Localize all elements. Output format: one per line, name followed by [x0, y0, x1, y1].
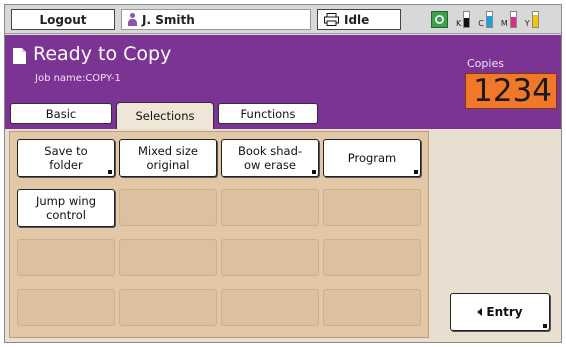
function-label-line2: original [146, 158, 190, 172]
toner-bar [531, 11, 539, 28]
toner-label: K [456, 19, 462, 28]
empty-slot [17, 289, 115, 326]
page-title: Ready to Copy [33, 43, 172, 65]
printer-status-icon [324, 13, 339, 26]
toner-levels[interactable]: KCMY [431, 8, 561, 31]
copier-screen: Logout J. Smith Idle K C M Y Ready to Copy [4, 4, 562, 343]
header-bar: Ready to Copy Job name:COPY-1 Copies 123… [5, 35, 561, 129]
function-label-line1: Book shad- [237, 144, 303, 158]
toner-gauge-m: M [501, 11, 517, 28]
toner-bar [509, 11, 517, 28]
selections-panel: Save to folder Mixed size original Book shad… [9, 131, 429, 338]
copies-count-display[interactable]: 1234 [465, 73, 557, 109]
empty-slot [119, 239, 217, 276]
toner-gauge-c: C [478, 11, 493, 28]
function-label: Book shad-ow erase [238, 144, 302, 172]
recycle-icon [431, 11, 448, 28]
function-label-line1: Mixed size [138, 144, 198, 158]
function-label-line2: control [46, 208, 86, 222]
toner-bar [463, 11, 471, 28]
empty-slot [221, 289, 319, 326]
empty-slot [221, 239, 319, 276]
tab-selections[interactable]: Selections [116, 102, 214, 129]
corner-marker [312, 170, 316, 174]
function-button[interactable]: Program [323, 139, 421, 177]
status-button[interactable]: Idle [317, 9, 401, 30]
document-icon [13, 48, 26, 64]
function-label-line2: ow erase [243, 158, 296, 172]
empty-slot [323, 289, 421, 326]
tab-functions[interactable]: Functions [218, 103, 318, 124]
empty-slot [119, 189, 217, 226]
logout-label: Logout [39, 12, 87, 27]
toner-label: M [500, 19, 508, 28]
empty-slot [221, 189, 319, 226]
toner-gauge-k: K [456, 11, 471, 28]
triangle-left-icon [477, 308, 483, 316]
tab-basic[interactable]: Basic [10, 103, 112, 124]
function-label-line1: Save to [44, 144, 88, 158]
entry-button[interactable]: Entry [450, 293, 550, 331]
function-label: Save to folder [44, 144, 87, 172]
empty-slot [323, 239, 421, 276]
copies-label: Copies [467, 57, 504, 70]
toner-fill [464, 18, 470, 27]
function-button[interactable]: Jump wing control [17, 189, 115, 227]
corner-marker [108, 170, 112, 174]
empty-slot [323, 189, 421, 226]
function-label: Jump wing control [36, 194, 96, 222]
toner-label: C [478, 19, 484, 28]
status-bar: Logout J. Smith Idle K C M Y [5, 5, 561, 34]
toner-fill [532, 15, 538, 27]
entry-label: Entry [486, 305, 523, 319]
job-name: Job name:COPY-1 [35, 73, 121, 84]
corner-marker [543, 324, 547, 328]
function-label-line2: folder [49, 158, 83, 172]
function-button[interactable]: Book shad-ow erase [221, 139, 319, 177]
function-label: Program [348, 151, 397, 165]
toner-fill [510, 16, 516, 27]
empty-slot [119, 289, 217, 326]
corner-marker [414, 170, 418, 174]
user-icon [128, 13, 137, 26]
function-button[interactable]: Save to folder [17, 139, 115, 177]
function-button[interactable]: Mixed size original [119, 139, 217, 177]
toner-gauge-y: Y [525, 11, 539, 28]
user-indicator: J. Smith [121, 9, 311, 30]
empty-slot [17, 239, 115, 276]
function-label-line1: Program [347, 151, 397, 165]
function-label-line1: Jump wing [35, 194, 97, 208]
toner-label: Y [524, 19, 530, 28]
status-label: Idle [344, 12, 370, 27]
user-name: J. Smith [142, 12, 195, 27]
toner-bar [485, 11, 493, 28]
toner-fill [486, 15, 492, 27]
function-label: Mixed size original [138, 144, 198, 172]
logout-button[interactable]: Logout [11, 9, 115, 30]
